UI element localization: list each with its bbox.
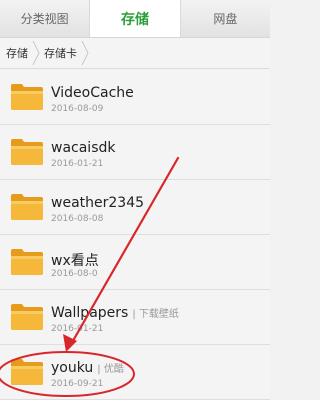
breadcrumb: 存储 存储卡	[0, 38, 270, 69]
folder-date: 2016-09-21	[51, 379, 104, 389]
folder-icon	[10, 82, 44, 111]
tab-cloud-drive[interactable]: 网盘	[180, 0, 270, 37]
list-item[interactable]: youku | 优酷 2016-09-21	[0, 345, 270, 400]
folder-alias: | 下载壁纸	[132, 309, 179, 320]
breadcrumb-storage-card[interactable]: 存储卡	[44, 45, 77, 61]
folder-icon	[10, 192, 44, 221]
folder-name: VideoCache	[51, 85, 134, 101]
tab-category-view[interactable]: 分类视图	[0, 0, 91, 37]
folder-name: wacaisdk	[51, 140, 116, 156]
folder-icon	[10, 247, 44, 276]
folder-date: 2016-08-0	[51, 269, 98, 279]
breadcrumb-storage[interactable]: 存储	[6, 45, 28, 61]
folder-alias: | 优酷	[97, 364, 124, 375]
folder-date: 2016-01-21	[51, 159, 104, 169]
chevron-right-icon	[32, 40, 40, 66]
folder-name: wx看点	[51, 253, 99, 269]
folder-date: 2016-01-21	[51, 324, 104, 334]
folder-list: VideoCache 2016-08-09 wacaisdk 2016-01-2…	[0, 70, 270, 400]
list-item[interactable]: VideoCache 2016-08-09	[0, 70, 270, 125]
folder-icon	[10, 302, 44, 331]
folder-icon	[10, 137, 44, 166]
folder-date: 2016-08-09	[51, 104, 104, 114]
list-item[interactable]: Wallpapers | 下载壁纸 2016-01-21	[0, 290, 270, 345]
list-item[interactable]: wx看点 2016-08-0	[0, 235, 270, 290]
folder-name: youku | 优酷	[51, 360, 124, 376]
folder-name: Wallpapers | 下载壁纸	[51, 305, 179, 321]
list-item[interactable]: wacaisdk 2016-01-21	[0, 125, 270, 180]
tab-bar: 分类视图 存储 网盘	[0, 0, 270, 38]
tab-storage[interactable]: 存储	[90, 0, 181, 37]
chevron-right-icon	[81, 40, 89, 66]
folder-icon	[10, 357, 44, 386]
folder-name: weather2345	[51, 195, 145, 211]
folder-date: 2016-08-08	[51, 214, 104, 224]
list-item[interactable]: weather2345 2016-08-08	[0, 180, 270, 235]
